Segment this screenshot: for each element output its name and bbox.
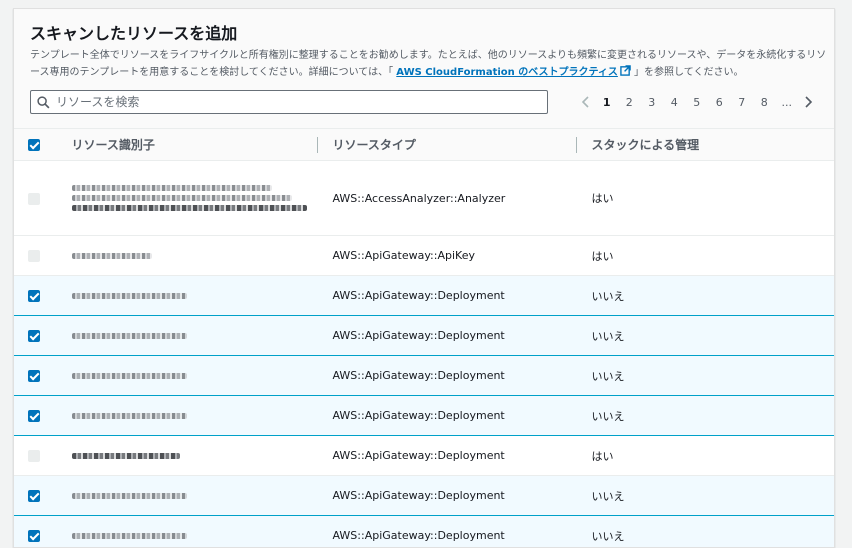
redacted-resource-id bbox=[72, 249, 152, 263]
resources-table: リソース識別子 リソースタイプ スタックによる管理 AWS::AccessAna… bbox=[13, 128, 835, 548]
best-practices-link[interactable]: AWS CloudFormation のベストプラクティス bbox=[396, 67, 631, 78]
page-4-button[interactable]: 4 bbox=[663, 96, 686, 109]
redacted-resource-id bbox=[72, 329, 187, 343]
managed-by-stack-cell: はい bbox=[576, 161, 836, 236]
column-header-resource-type[interactable]: リソースタイプ bbox=[317, 129, 576, 161]
resource-id-cell bbox=[58, 436, 317, 476]
row-checkbox[interactable] bbox=[28, 330, 40, 342]
table-row[interactable]: AWS::ApiGateway::Deploymentいいえ bbox=[14, 396, 836, 436]
row-select-cell bbox=[14, 476, 58, 516]
managed-by-stack-cell: いいえ bbox=[576, 356, 836, 396]
row-checkbox[interactable] bbox=[28, 410, 40, 422]
managed-by-stack-cell: いいえ bbox=[576, 396, 836, 436]
pagination: 1 2 3 4 5 6 7 8 ... bbox=[576, 92, 819, 112]
table-header-row: リソース識別子 リソースタイプ スタックによる管理 bbox=[14, 129, 836, 161]
row-checkbox bbox=[28, 450, 40, 462]
chevron-left-icon bbox=[581, 96, 591, 108]
row-select-cell bbox=[14, 316, 58, 356]
table-toolbar: 1 2 3 4 5 6 7 8 ... bbox=[30, 90, 818, 116]
resource-id-cell bbox=[58, 236, 317, 276]
page-8-button[interactable]: 8 bbox=[753, 96, 776, 109]
external-link-icon bbox=[620, 65, 631, 76]
panel-title: スキャンしたリソースを追加 bbox=[30, 23, 818, 45]
redacted-resource-id bbox=[72, 289, 187, 303]
redacted-resource-id bbox=[72, 449, 180, 463]
chevron-right-icon bbox=[803, 96, 813, 108]
managed-by-stack-cell: はい bbox=[576, 236, 836, 276]
resource-id-cell bbox=[58, 161, 317, 236]
table-row[interactable]: AWS::ApiGateway::Deploymentいいえ bbox=[14, 276, 836, 316]
search-field[interactable] bbox=[30, 90, 548, 114]
panel-description: テンプレート全体でリソースをライフサイクルと所有権別に整理することをお勧めします… bbox=[30, 47, 830, 81]
search-icon bbox=[37, 96, 50, 109]
select-all-cell bbox=[14, 129, 58, 161]
resource-id-cell bbox=[58, 276, 317, 316]
description-suffix: 」を参照してください。 bbox=[631, 67, 744, 78]
managed-by-stack-cell: いいえ bbox=[576, 476, 836, 516]
resource-type-cell: AWS::ApiGateway::Deployment bbox=[317, 356, 576, 396]
add-scanned-resources-panel: スキャンしたリソースを追加 テンプレート全体でリソースをライフサイクルと所有権別… bbox=[13, 8, 835, 548]
page-ellipsis: ... bbox=[776, 96, 799, 109]
previous-page-button[interactable] bbox=[576, 92, 596, 112]
row-checkbox bbox=[28, 193, 40, 205]
resource-id-cell bbox=[58, 356, 317, 396]
resource-id-cell bbox=[58, 316, 317, 356]
resource-type-cell: AWS::ApiGateway::Deployment bbox=[317, 316, 576, 356]
table-row[interactable]: AWS::ApiGateway::ApiKeyはい bbox=[14, 236, 836, 276]
resource-id-cell bbox=[58, 516, 317, 548]
managed-by-stack-cell: はい bbox=[576, 436, 836, 476]
redacted-resource-id bbox=[72, 181, 307, 215]
page-5-button[interactable]: 5 bbox=[686, 96, 709, 109]
resource-id-cell bbox=[58, 396, 317, 436]
table-row[interactable]: AWS::ApiGateway::Deploymentいいえ bbox=[14, 356, 836, 396]
resource-type-cell: AWS::ApiGateway::ApiKey bbox=[317, 236, 576, 276]
table-row[interactable]: AWS::ApiGateway::Deploymentいいえ bbox=[14, 316, 836, 356]
row-checkbox[interactable] bbox=[28, 530, 40, 542]
next-page-button[interactable] bbox=[798, 92, 818, 112]
redacted-resource-id bbox=[72, 529, 187, 543]
resource-type-cell: AWS::ApiGateway::Deployment bbox=[317, 436, 576, 476]
table-row[interactable]: AWS::AccessAnalyzer::Analyzerはい bbox=[14, 161, 836, 236]
row-checkbox bbox=[28, 250, 40, 262]
page-1-button[interactable]: 1 bbox=[596, 96, 619, 109]
row-select-cell bbox=[14, 356, 58, 396]
redacted-resource-id bbox=[72, 409, 187, 423]
resource-type-cell: AWS::ApiGateway::Deployment bbox=[317, 516, 576, 548]
managed-by-stack-cell: いいえ bbox=[576, 516, 836, 548]
resource-type-cell: AWS::ApiGateway::Deployment bbox=[317, 476, 576, 516]
row-checkbox[interactable] bbox=[28, 290, 40, 302]
row-checkbox[interactable] bbox=[28, 490, 40, 502]
row-select-cell bbox=[14, 436, 58, 476]
row-select-cell bbox=[14, 161, 58, 236]
table-row[interactable]: AWS::ApiGateway::Deploymentいいえ bbox=[14, 516, 836, 548]
page-3-button[interactable]: 3 bbox=[641, 96, 664, 109]
row-select-cell bbox=[14, 236, 58, 276]
table-row[interactable]: AWS::ApiGateway::Deploymentいいえ bbox=[14, 476, 836, 516]
row-select-cell bbox=[14, 516, 58, 548]
resource-type-cell: AWS::ApiGateway::Deployment bbox=[317, 396, 576, 436]
select-all-checkbox[interactable] bbox=[28, 139, 40, 151]
resource-id-cell bbox=[58, 476, 317, 516]
search-input[interactable] bbox=[56, 95, 526, 109]
table-row[interactable]: AWS::ApiGateway::Deploymentはい bbox=[14, 436, 836, 476]
redacted-resource-id bbox=[72, 489, 187, 503]
managed-by-stack-cell: いいえ bbox=[576, 276, 836, 316]
row-select-cell bbox=[14, 276, 58, 316]
redacted-resource-id bbox=[72, 369, 187, 383]
page-7-button[interactable]: 7 bbox=[731, 96, 754, 109]
page-2-button[interactable]: 2 bbox=[618, 96, 641, 109]
managed-by-stack-cell: いいえ bbox=[576, 316, 836, 356]
resource-type-cell: AWS::ApiGateway::Deployment bbox=[317, 276, 576, 316]
resource-type-cell: AWS::AccessAnalyzer::Analyzer bbox=[317, 161, 576, 236]
row-checkbox[interactable] bbox=[28, 370, 40, 382]
column-header-managed-by-stack[interactable]: スタックによる管理 bbox=[576, 129, 836, 161]
row-select-cell bbox=[14, 396, 58, 436]
page-6-button[interactable]: 6 bbox=[708, 96, 731, 109]
column-header-resource-id[interactable]: リソース識別子 bbox=[58, 129, 317, 161]
